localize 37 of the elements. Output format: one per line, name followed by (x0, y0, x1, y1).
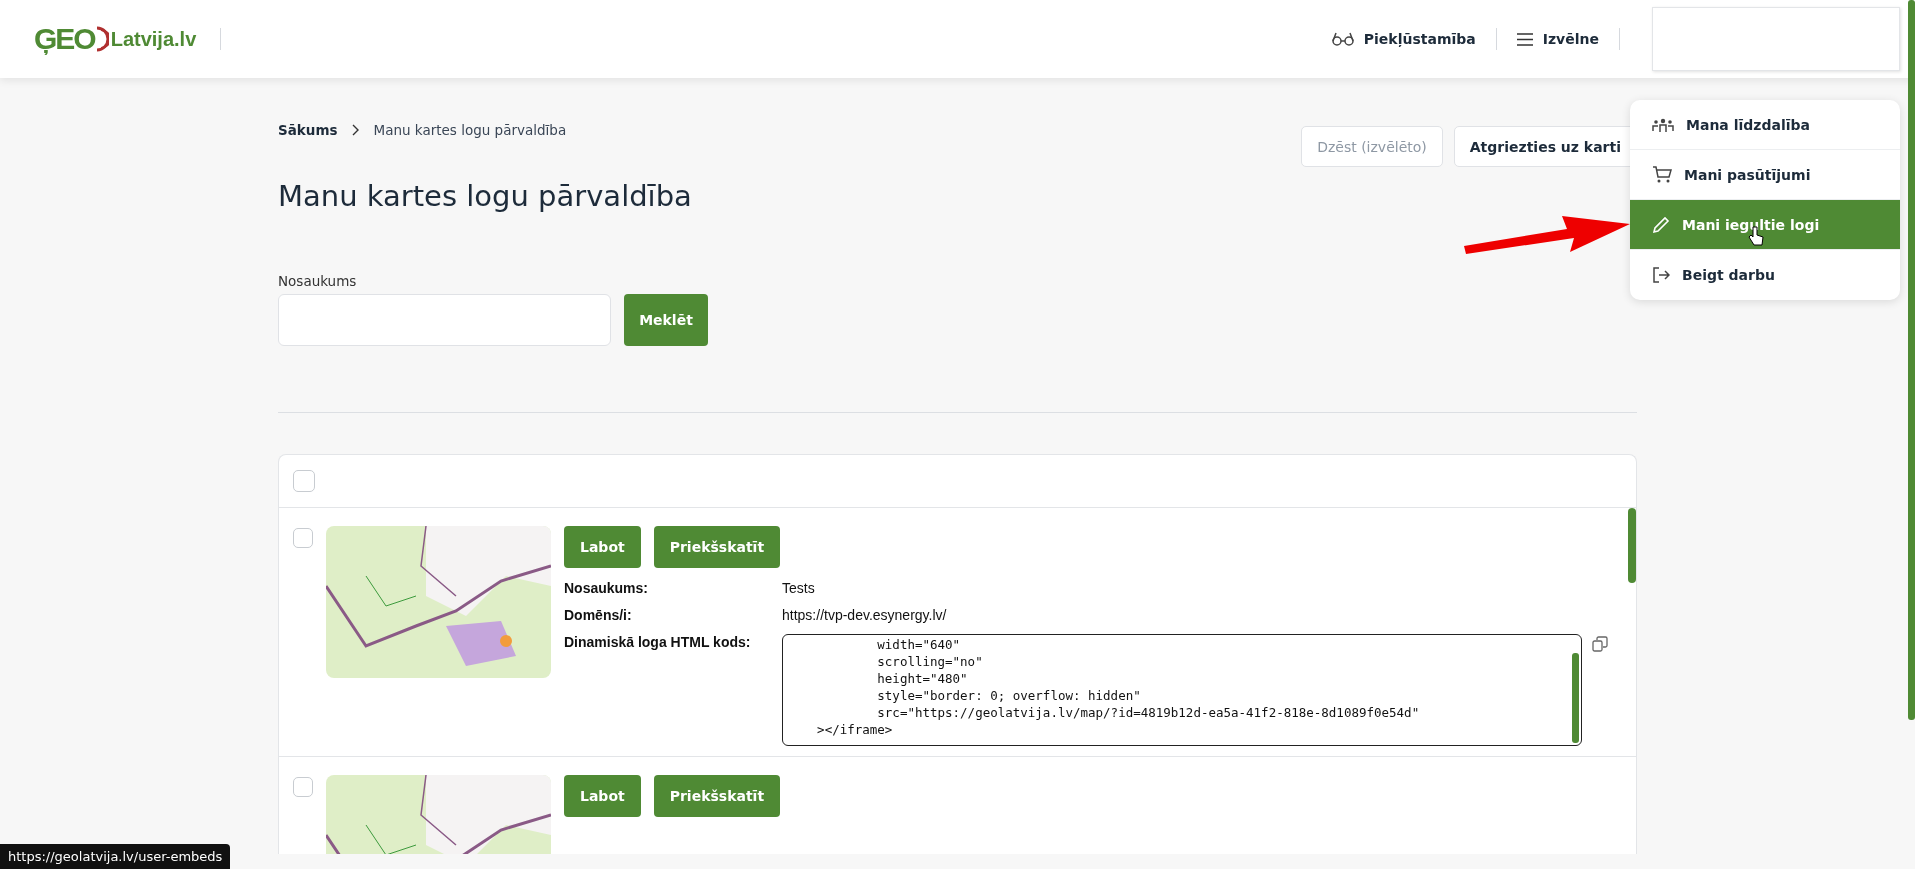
field-label: Dinamiskā loga HTML kods: (564, 634, 752, 652)
field-value: https://tvp-dev.esynergy.lv/ (782, 607, 948, 623)
copy-icon[interactable] (1592, 636, 1608, 652)
site-logo[interactable]: ĢEO Latvija.lv (34, 22, 197, 56)
menu-button[interactable]: Izvēlne (1516, 27, 1599, 51)
item-action-button[interactable]: Priekšskatīt (653, 775, 781, 817)
breadcrumb-current: Manu kartes logu pārvaldība (373, 122, 567, 138)
breadcrumb-link[interactable]: Sākums (278, 122, 338, 138)
search-label: Nosaukums (278, 273, 358, 289)
menu-icon (1516, 32, 1533, 46)
field-value: Tests (782, 580, 816, 596)
select-all-checkbox[interactable] (293, 470, 315, 492)
item-action-button[interactable]: Labot (564, 775, 641, 817)
user-menu-item[interactable]: Beigt darbu (1630, 250, 1900, 300)
row-checkbox[interactable] (293, 777, 313, 797)
status-url: https://geolatvija.lv/user-embeds (0, 844, 231, 869)
search-field[interactable] (278, 294, 611, 346)
page-title: Manu kartes logu pārvaldība (278, 179, 692, 213)
page-scrollbar-thumb[interactable] (1908, 0, 1915, 720)
item-action-button[interactable]: Labot (564, 526, 641, 568)
accessibility-button[interactable]: Piekļūstamība (1331, 27, 1476, 51)
row-checkbox[interactable] (293, 528, 313, 548)
user-menu-item[interactable]: Mana līdzdalība (1630, 100, 1900, 150)
chevron-right-icon (351, 124, 360, 136)
item-action-button[interactable]: Priekšskatīt (653, 526, 781, 568)
field-label: Nosaukums: (564, 580, 650, 596)
user-menu-item[interactable]: Mani iegultie logi (1630, 200, 1900, 250)
glasses-icon (1331, 32, 1354, 46)
logout-icon (1652, 266, 1670, 284)
scrollbar-thumb[interactable] (1572, 653, 1579, 743)
pencil-icon (1652, 215, 1670, 234)
people-icon (1652, 117, 1674, 132)
scrollbar-thumb[interactable] (1628, 508, 1636, 583)
html-code-field[interactable]: width="640" scrolling="no" height="480" style="border: 0; overflow: hidden" src="https://geolatvija.lv/map/?id=4819b12d-ea5a-41f2-818e-8d1089f0e54d" ></iframe> (782, 634, 1582, 746)
field-label: Domēns/i: (564, 607, 633, 623)
cart-icon (1652, 165, 1672, 184)
search-button[interactable]: Meklēt (624, 294, 708, 346)
